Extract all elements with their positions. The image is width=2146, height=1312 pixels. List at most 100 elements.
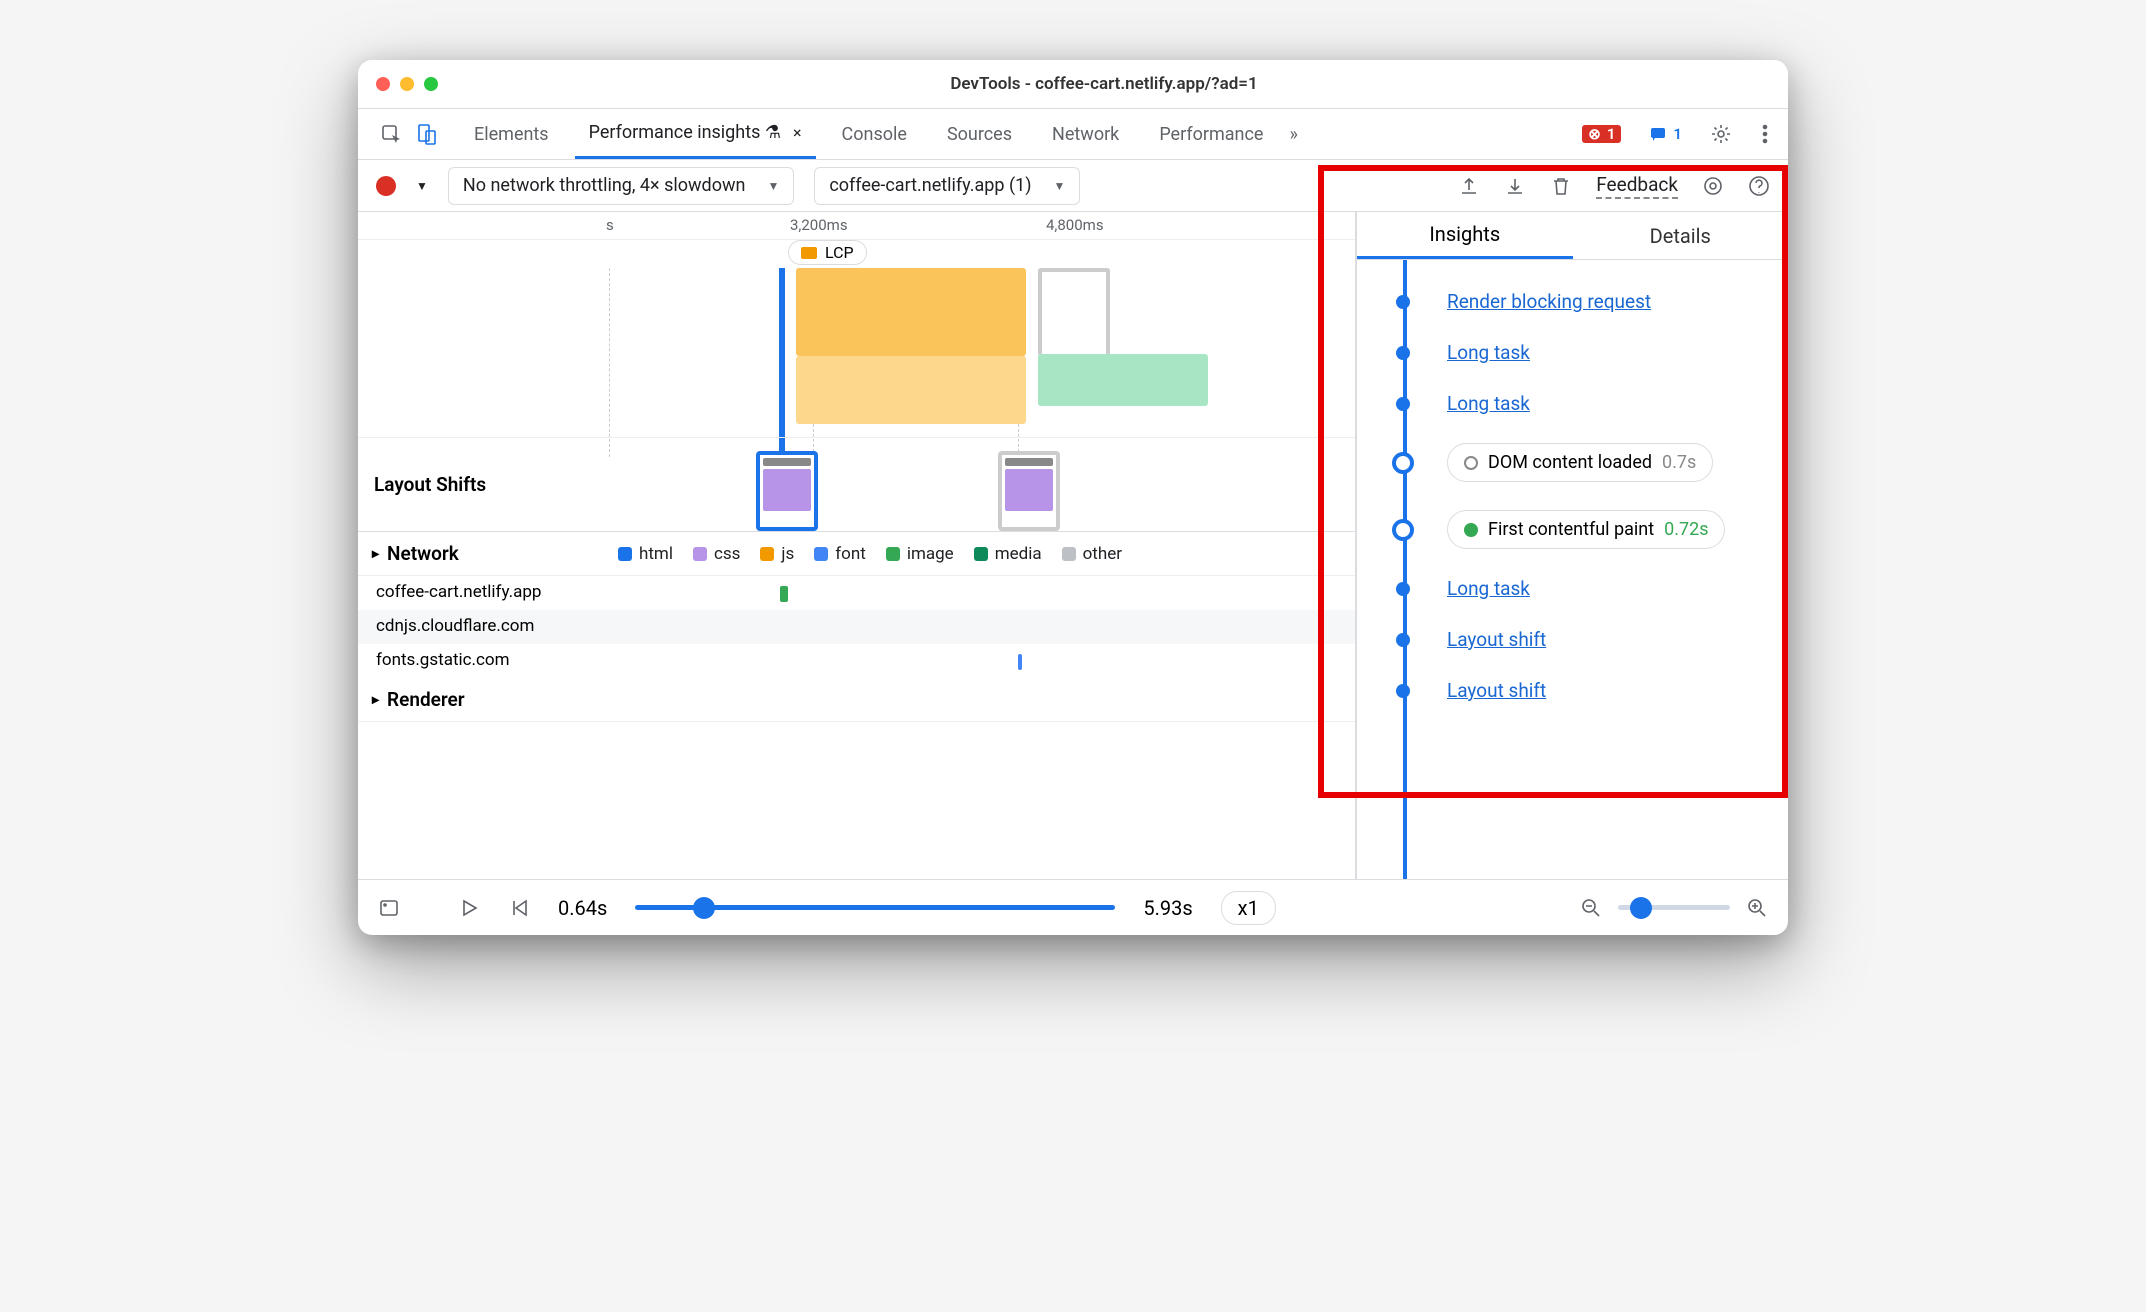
device-toggle-icon[interactable] (416, 123, 438, 145)
message-count-badge[interactable]: 1 (1643, 125, 1688, 143)
insights-panel-tabs: Insights Details (1357, 212, 1788, 260)
insight-item[interactable]: Layout shift (1403, 614, 1768, 665)
tab-sources[interactable]: Sources (933, 109, 1026, 159)
zoom-out-icon[interactable] (1580, 897, 1602, 919)
zoom-in-icon[interactable] (1746, 897, 1768, 919)
insights-list[interactable]: Render blocking request Long task Long tas… (1357, 260, 1788, 879)
playback-end-time: 5.93s (1143, 896, 1192, 920)
insight-metric-pill[interactable]: DOM content loaded 0.7s (1447, 443, 1713, 482)
metric-status-dot (1464, 456, 1478, 470)
renderer-section-header[interactable]: Renderer (358, 678, 1355, 722)
tabs-overflow[interactable]: » (1289, 124, 1297, 145)
timeline-block[interactable] (796, 356, 1026, 424)
timeline-node-icon (1396, 295, 1410, 309)
insights-toolbar: ▼ No network throttling, 4× slowdown▼ co… (358, 160, 1788, 212)
insight-item[interactable]: First contentful paint 0.72s (1403, 496, 1768, 563)
devtools-tabs: Elements Performance insights ⚗× Console… (358, 108, 1788, 160)
tab-network[interactable]: Network (1038, 109, 1133, 159)
network-legend: html css js font image media other (618, 544, 1122, 564)
timeline-pane: s 3,200ms 4,800ms LCP Layout Shifts (358, 212, 1356, 879)
kebab-menu-icon[interactable] (1754, 123, 1776, 145)
settings-gear-icon[interactable] (1710, 123, 1732, 145)
help-icon[interactable] (1748, 175, 1770, 197)
timeline[interactable]: s 3,200ms 4,800ms LCP Layout Shifts (358, 212, 1355, 532)
insight-item[interactable]: DOM content loaded 0.7s (1403, 429, 1768, 496)
insight-link[interactable]: Render blocking request (1447, 290, 1651, 313)
insight-link[interactable]: Long task (1447, 392, 1530, 415)
close-window-button[interactable] (376, 77, 390, 91)
metric-value: 0.72s (1664, 519, 1708, 540)
panel-settings-icon[interactable] (1702, 175, 1724, 197)
network-host[interactable]: fonts.gstatic.com (358, 644, 1355, 678)
metric-value: 0.7s (1662, 452, 1696, 473)
insight-link[interactable]: Long task (1447, 577, 1530, 600)
timeline-tracks (358, 268, 1355, 457)
error-count-badge[interactable]: ⊗ 1 (1582, 125, 1621, 143)
throttling-dropdown[interactable]: No network throttling, 4× slowdown▼ (448, 167, 794, 205)
timeline-node-icon (1392, 452, 1414, 474)
titlebar: DevTools - coffee-cart.netlify.app/?ad=1 (358, 60, 1788, 108)
layout-shifts-row: Layout Shifts (358, 437, 1355, 531)
target-dropdown[interactable]: coffee-cart.netlify.app (1)▼ (814, 167, 1080, 205)
record-menu-caret[interactable]: ▼ (416, 179, 428, 193)
tab-insights[interactable]: Insights (1357, 212, 1573, 259)
download-icon[interactable] (1504, 175, 1526, 197)
timeline-node-icon (1396, 397, 1410, 411)
insight-item[interactable]: Long task (1403, 327, 1768, 378)
screenshot-toggle-icon[interactable] (378, 897, 400, 919)
timeline-block[interactable] (796, 268, 1026, 356)
feedback-link[interactable]: Feedback (1596, 173, 1678, 199)
layout-shift-thumbnail[interactable] (998, 451, 1060, 531)
record-button[interactable] (376, 176, 396, 196)
zoom-slider[interactable] (1618, 905, 1730, 910)
inspect-icon[interactable] (380, 123, 402, 145)
insight-item[interactable]: Long task (1403, 378, 1768, 429)
play-icon[interactable] (458, 897, 480, 919)
timeline-node-icon (1396, 684, 1410, 698)
playback-start-time: 0.64s (558, 896, 607, 920)
metric-label: First contentful paint (1488, 519, 1654, 540)
maximize-window-button[interactable] (424, 77, 438, 91)
upload-icon[interactable] (1458, 175, 1480, 197)
timeline-node-icon (1392, 519, 1414, 541)
minimize-window-button[interactable] (400, 77, 414, 91)
playback-speed[interactable]: x1 (1221, 891, 1276, 925)
tab-elements[interactable]: Elements (460, 109, 563, 159)
playback-slider[interactable] (635, 905, 1115, 910)
trash-icon[interactable] (1550, 175, 1572, 197)
time-tick: s (606, 216, 614, 234)
rewind-start-icon[interactable] (508, 897, 530, 919)
lcp-marker[interactable]: LCP (788, 240, 867, 265)
time-ruler: s 3,200ms 4,800ms (358, 212, 1355, 240)
time-tick: 4,800ms (1046, 216, 1104, 234)
network-host[interactable]: coffee-cart.netlify.app (358, 576, 1355, 610)
metric-label: DOM content loaded (1488, 452, 1652, 473)
insight-item[interactable]: Long task (1403, 563, 1768, 614)
network-host[interactable]: cdnjs.cloudflare.com (358, 610, 1355, 644)
timeline-block[interactable] (1038, 268, 1110, 356)
traffic-lights (376, 77, 438, 91)
time-tick: 3,200ms (790, 216, 848, 234)
devtools-window: DevTools - coffee-cart.netlify.app/?ad=1… (358, 60, 1788, 935)
window-title: DevTools - coffee-cart.netlify.app/?ad=1 (438, 74, 1770, 94)
tab-performance[interactable]: Performance (1145, 109, 1277, 159)
tab-performance-insights[interactable]: Performance insights ⚗× (575, 109, 816, 159)
layout-shift-thumbnail[interactable] (756, 451, 818, 531)
close-tab-icon[interactable]: × (793, 123, 802, 142)
insight-item[interactable]: Render blocking request (1403, 276, 1768, 327)
playback-bar: 0.64s 5.93s x1 (358, 879, 1788, 935)
insight-item[interactable]: Layout shift (1403, 665, 1768, 716)
timeline-node-icon (1396, 582, 1410, 596)
timeline-node-icon (1396, 633, 1410, 647)
timeline-block[interactable] (1038, 354, 1208, 406)
insights-panel: ❮ Insights Details Render blocking reque… (1356, 212, 1788, 879)
network-section: Network html css js font image media oth… (358, 532, 1355, 722)
tab-console[interactable]: Console (828, 109, 921, 159)
main-content: s 3,200ms 4,800ms LCP Layout Shifts (358, 212, 1788, 879)
insight-link[interactable]: Layout shift (1447, 628, 1546, 651)
insight-metric-pill[interactable]: First contentful paint 0.72s (1447, 510, 1725, 549)
insight-link[interactable]: Layout shift (1447, 679, 1546, 702)
tab-details[interactable]: Details (1573, 212, 1789, 259)
insight-link[interactable]: Long task (1447, 341, 1530, 364)
network-host-rows: coffee-cart.netlify.app cdnjs.cloudflare… (358, 576, 1355, 678)
